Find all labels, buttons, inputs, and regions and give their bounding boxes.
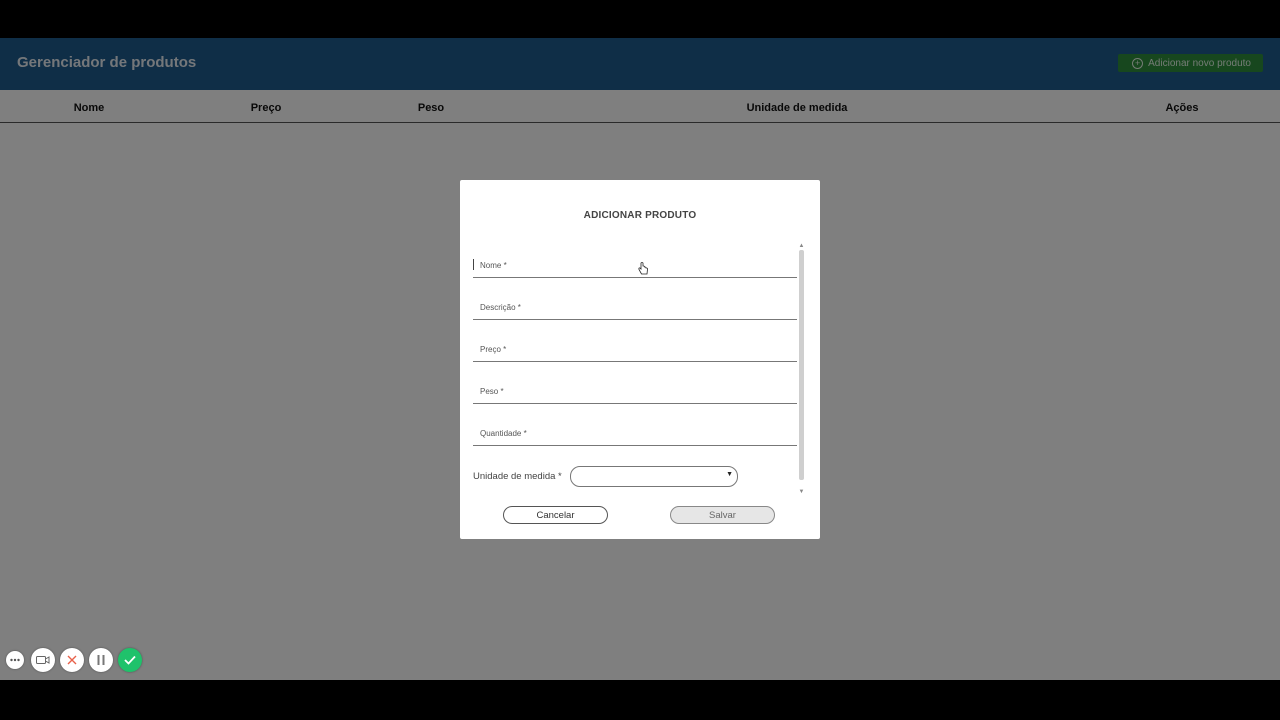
product-form: Nome * Descrição * Preço * Peso * Quanti…: [473, 242, 797, 496]
scroll-down-icon[interactable]: ▼: [797, 488, 806, 496]
app-screen: Gerenciador de produtos + Adicionar novo…: [0, 38, 1280, 680]
descricao-field-label: Descrição *: [480, 303, 521, 312]
unit-label: Unidade de medida *: [473, 471, 562, 482]
pause-icon[interactable]: [89, 648, 113, 672]
dropdown-arrow-icon: ▼: [726, 471, 733, 478]
scroll-up-icon[interactable]: ▲: [797, 242, 806, 250]
preco-field-label: Preço *: [480, 345, 507, 354]
check-icon[interactable]: [118, 648, 142, 672]
form-scrollbar[interactable]: ▲ ▼: [797, 242, 806, 496]
cancel-button[interactable]: Cancelar: [503, 506, 608, 524]
save-button[interactable]: Salvar: [670, 506, 775, 524]
scrollbar-thumb[interactable]: [799, 250, 804, 480]
hand-cursor-icon: [638, 262, 648, 275]
nome-field[interactable]: Nome *: [473, 257, 797, 278]
quantidade-field[interactable]: Quantidade *: [473, 425, 797, 446]
peso-field-label: Peso *: [480, 387, 504, 396]
descricao-field[interactable]: Descrição *: [473, 299, 797, 320]
more-icon[interactable]: [6, 651, 24, 669]
quantidade-field-label: Quantidade *: [480, 429, 527, 438]
nome-field-label: Nome *: [480, 261, 507, 270]
unit-select[interactable]: ▼: [570, 466, 738, 487]
camera-icon[interactable]: [31, 648, 55, 672]
close-icon[interactable]: [60, 648, 84, 672]
unit-row: Unidade de medida * ▼: [473, 466, 797, 487]
add-product-dialog: ADICIONAR PRODUTO Nome * Descrição * Pre…: [460, 180, 820, 539]
preco-field[interactable]: Preço *: [473, 341, 797, 362]
peso-field[interactable]: Peso *: [473, 383, 797, 404]
dialog-title: ADICIONAR PRODUTO: [583, 210, 697, 221]
